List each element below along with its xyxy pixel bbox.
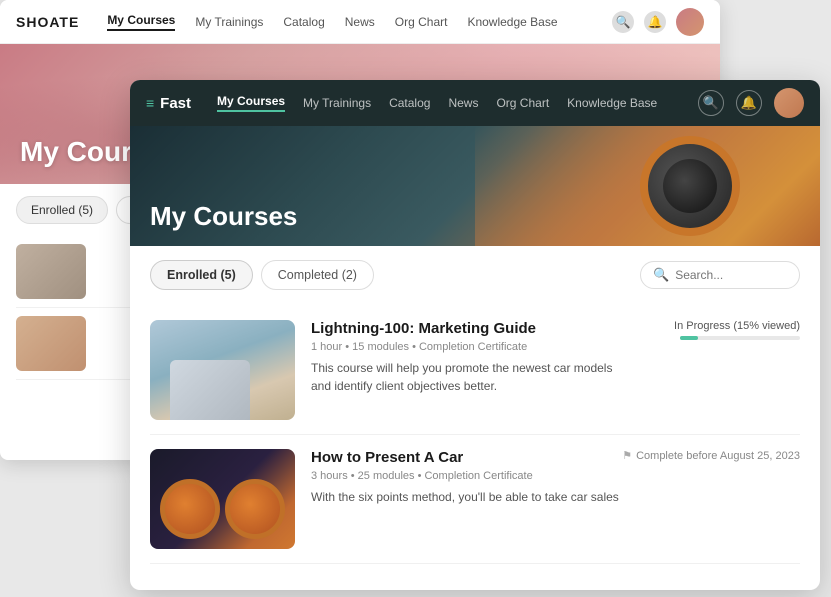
back-nav-my-trainings[interactable]: My Trainings: [195, 15, 263, 29]
front-hero-title: My Courses: [150, 201, 297, 232]
front-nav-org-chart[interactable]: Org Chart: [496, 96, 549, 110]
back-logo: SHOATE: [16, 14, 79, 30]
front-nav-my-trainings[interactable]: My Trainings: [303, 96, 371, 110]
deadline-text: Complete before August 25, 2023: [636, 450, 800, 462]
front-nav-news[interactable]: News: [448, 96, 478, 110]
flag-icon: ⚑: [622, 449, 632, 462]
front-tabs-row: Enrolled (5) Completed (2) 🔍: [150, 260, 800, 290]
back-course-1-thumb: [16, 244, 86, 299]
front-course-1-thumb: [150, 320, 295, 420]
front-course-1-desc: This course will help you promote the ne…: [311, 359, 800, 395]
front-logo: ≡ Fast: [146, 95, 191, 112]
front-tab-enrolled[interactable]: Enrolled (5): [150, 260, 253, 290]
front-avatar[interactable]: [774, 88, 804, 118]
front-search-input[interactable]: [675, 268, 785, 282]
front-nav-catalog[interactable]: Catalog: [389, 96, 430, 110]
back-nav: SHOATE My Courses My Trainings Catalog N…: [0, 0, 720, 44]
back-nav-catalog[interactable]: Catalog: [283, 15, 324, 29]
front-course-1-progress-wrap: In Progress (15% viewed): [674, 320, 800, 340]
front-card: ≡ Fast My Courses My Trainings Catalog N…: [130, 80, 820, 590]
back-tab-enrolled[interactable]: Enrolled (5): [16, 196, 108, 224]
front-course-1-progress-badge: In Progress (15% viewed): [674, 320, 800, 332]
front-course-1-header: Lightning-100: Marketing Guide 1 hour • …: [311, 320, 800, 359]
fast-logo-icon: ≡: [146, 95, 154, 111]
front-course-2-title-wrap: How to Present A Car 3 hours • 25 module…: [311, 449, 533, 488]
front-course-1-title-wrap: Lightning-100: Marketing Guide 1 hour • …: [311, 320, 536, 359]
fast-logo-text: Fast: [160, 95, 191, 112]
front-course-1-meta: 1 hour • 15 modules • Completion Certifi…: [311, 341, 536, 353]
front-nav-icons: 🔍 🔔: [698, 88, 804, 118]
front-content: Enrolled (5) Completed (2) 🔍 Lightning-1…: [130, 246, 820, 578]
back-nav-org-chart[interactable]: Org Chart: [395, 15, 448, 29]
back-course-2-thumb: [16, 316, 86, 371]
front-course-2-thumb: [150, 449, 295, 549]
front-nav: ≡ Fast My Courses My Trainings Catalog N…: [130, 80, 820, 126]
front-tab-completed[interactable]: Completed (2): [261, 260, 374, 290]
front-course-1[interactable]: Lightning-100: Marketing Guide 1 hour • …: [150, 306, 800, 435]
bell-icon[interactable]: 🔔: [644, 11, 666, 33]
front-hero-wheel: [640, 136, 740, 236]
back-nav-my-courses[interactable]: My Courses: [107, 13, 175, 31]
front-course-2-info: How to Present A Car 3 hours • 25 module…: [311, 449, 800, 549]
front-nav-my-courses[interactable]: My Courses: [217, 94, 285, 112]
back-avatar[interactable]: [676, 8, 704, 36]
front-search-icon[interactable]: 🔍: [698, 90, 724, 116]
front-hero: My Courses: [130, 126, 820, 246]
front-search-icon-glyph: 🔍: [653, 267, 669, 283]
back-nav-knowledge-base[interactable]: Knowledge Base: [467, 15, 557, 29]
front-course-2-deadline: ⚑ Complete before August 25, 2023: [622, 449, 800, 462]
search-icon[interactable]: 🔍: [612, 11, 634, 33]
front-nav-knowledge-base[interactable]: Knowledge Base: [567, 96, 657, 110]
front-search-box: 🔍: [640, 261, 800, 289]
front-course-1-fill: [680, 336, 698, 340]
front-course-1-progress-bar: [680, 336, 800, 340]
back-nav-icons: 🔍 🔔: [612, 8, 704, 36]
front-course-1-info: Lightning-100: Marketing Guide 1 hour • …: [311, 320, 800, 420]
front-course-1-title: Lightning-100: Marketing Guide: [311, 320, 536, 337]
back-nav-news[interactable]: News: [345, 15, 375, 29]
front-course-2-desc: With the six points method, you'll be ab…: [311, 488, 800, 506]
front-course-2-meta: 3 hours • 25 modules • Completion Certif…: [311, 470, 533, 482]
front-course-2-header: How to Present A Car 3 hours • 25 module…: [311, 449, 800, 488]
front-course-2[interactable]: How to Present A Car 3 hours • 25 module…: [150, 435, 800, 564]
front-course-2-title: How to Present A Car: [311, 449, 533, 466]
front-bell-icon[interactable]: 🔔: [736, 90, 762, 116]
